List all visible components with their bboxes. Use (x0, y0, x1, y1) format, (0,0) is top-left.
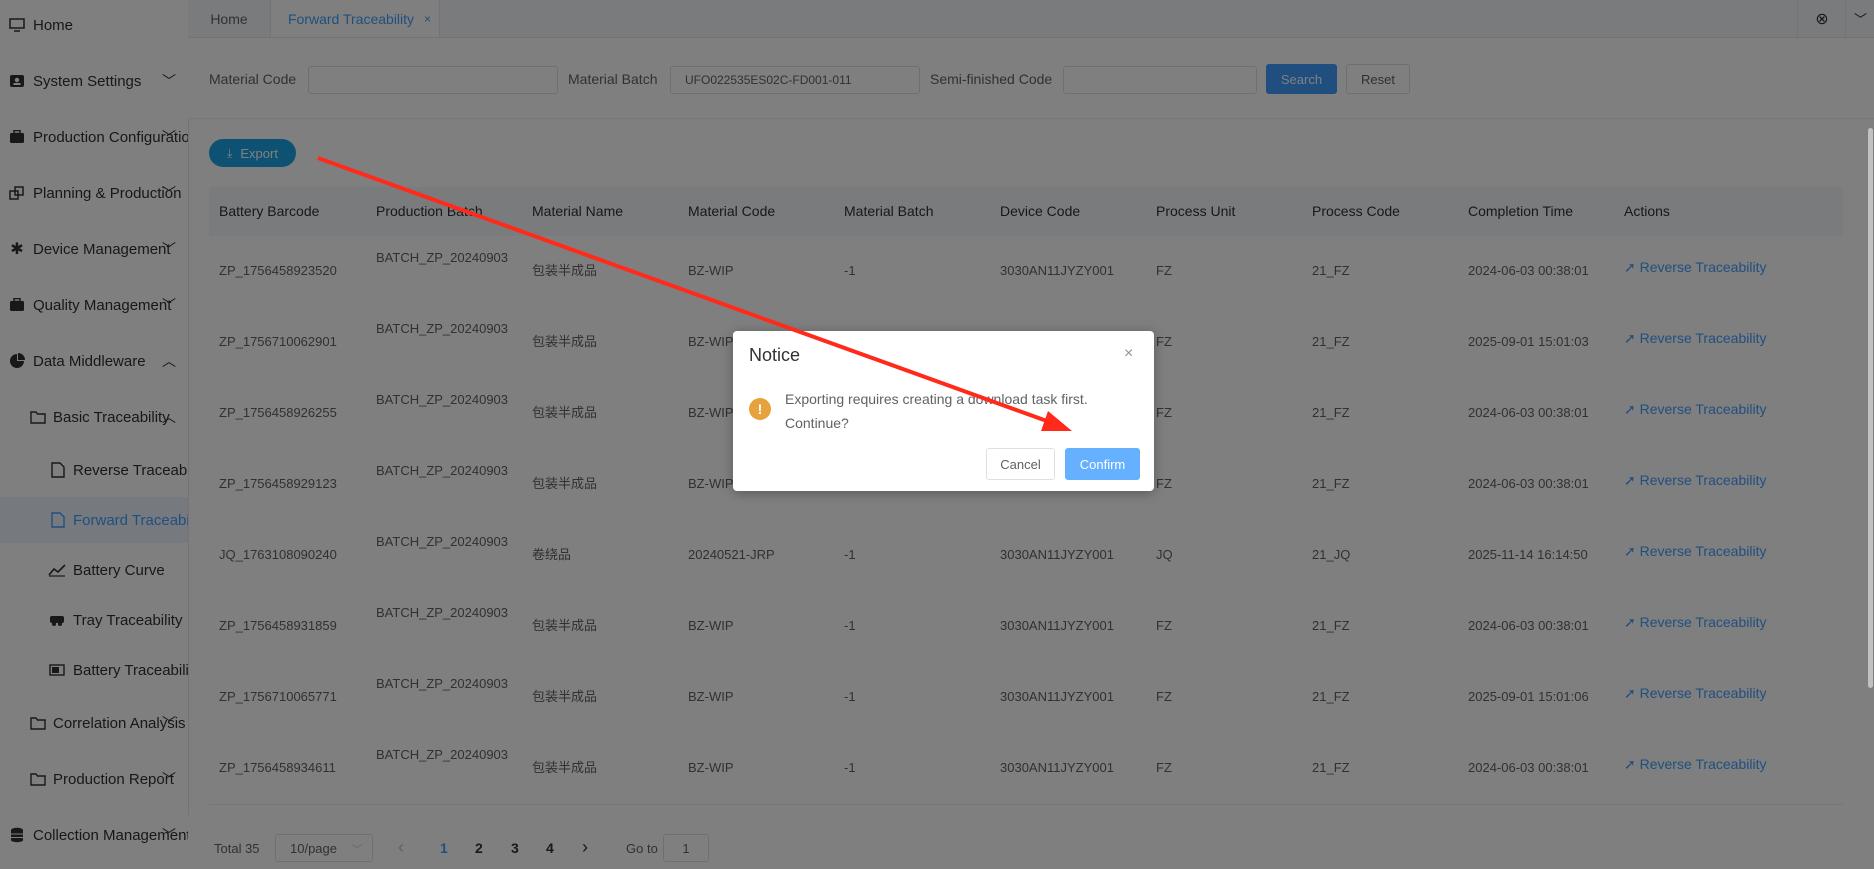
notice-dialog: Notice × ! Exporting requires creating a… (733, 331, 1154, 491)
warning-icon: ! (749, 398, 771, 420)
confirm-button[interactable]: Confirm (1065, 448, 1140, 480)
dialog-message: Exporting requires creating a download t… (785, 391, 1088, 431)
scrollbar-thumb[interactable] (1868, 128, 1873, 688)
close-icon[interactable]: × (1124, 345, 1133, 363)
dialog-title: Notice (749, 345, 801, 365)
cancel-button[interactable]: Cancel (986, 448, 1055, 480)
